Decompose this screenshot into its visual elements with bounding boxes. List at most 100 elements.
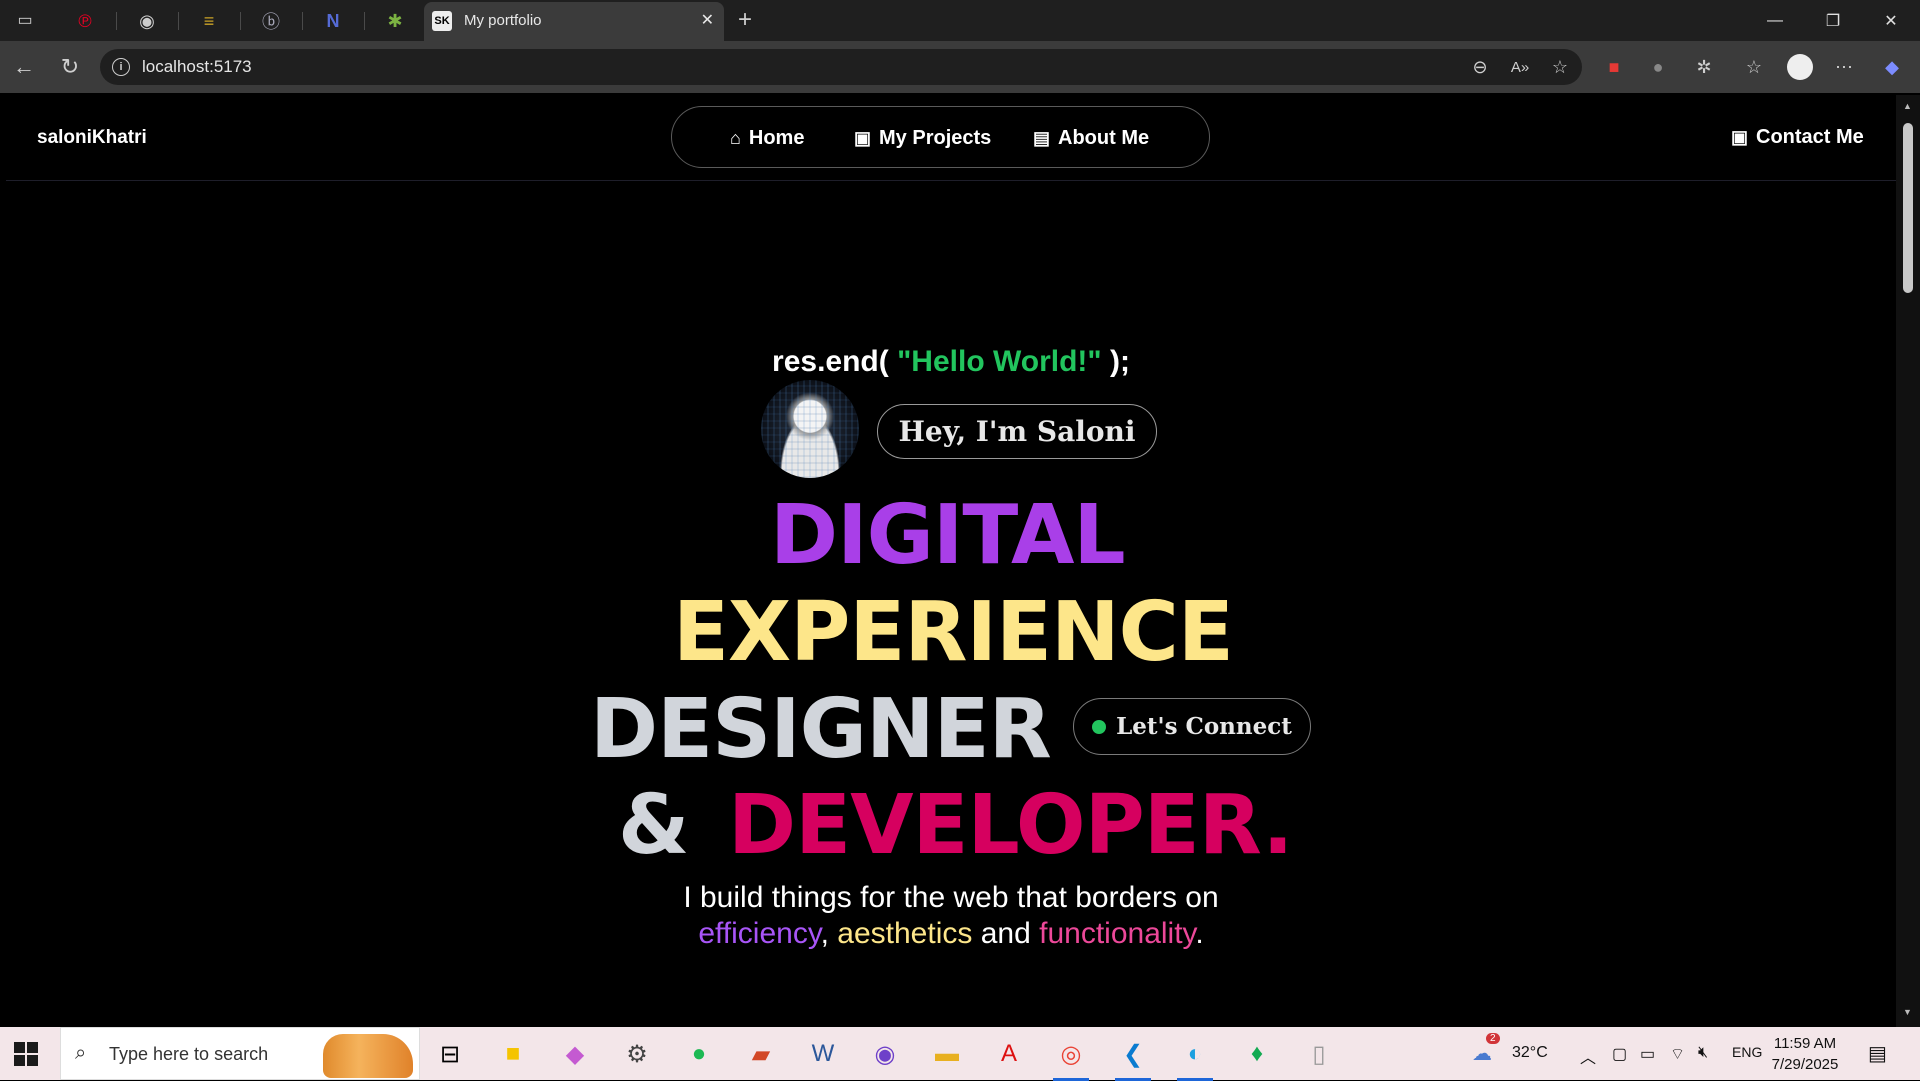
search-placeholder: Type here to search <box>109 1044 269 1064</box>
code-string: "Hello World!" <box>897 345 1102 378</box>
brand-logo[interactable]: saloniKhatri <box>37 127 147 149</box>
portfolio-favicon-icon: SK <box>432 11 452 31</box>
spotify-icon[interactable]: ● <box>679 1036 719 1072</box>
meet-icon[interactable]: ▢ <box>1612 1044 1627 1064</box>
sticky-notes-icon[interactable]: ■ <box>493 1036 533 1072</box>
tagline-comma: , <box>820 917 829 950</box>
pinned-tab-b[interactable]: ⓑ <box>242 4 300 38</box>
powerpoint-icon[interactable]: ▰ <box>741 1036 781 1072</box>
search-highlight-image <box>323 1034 413 1078</box>
nav-pill: ⌂ Home ▣ My Projects ▤ About Me <box>671 106 1210 168</box>
close-window-icon[interactable]: ✕ <box>1868 8 1914 34</box>
site-icon: ≡ <box>203 10 215 31</box>
pinned-tab-site[interactable]: ≡ <box>180 4 238 38</box>
code-prefix: res.end( <box>772 345 898 378</box>
weather-icon[interactable]: ☁ <box>1472 1041 1492 1066</box>
lets-connect-label: Let's Connect <box>1116 713 1292 740</box>
notepad-icon[interactable]: ▯ <box>1299 1036 1339 1072</box>
active-tab[interactable]: SK My portfolio ✕ <box>424 2 724 41</box>
scroll-down-icon[interactable]: ▼ <box>1903 1007 1912 1017</box>
pinterest-icon: ℗ <box>78 10 92 31</box>
task-view-icon[interactable]: ⊟ <box>430 1036 470 1072</box>
nav-home-link[interactable]: ⌂ Home <box>730 127 804 150</box>
word-icon[interactable]: W <box>803 1036 843 1072</box>
restore-icon[interactable]: ❐ <box>1810 8 1856 34</box>
start-button[interactable] <box>14 1042 38 1066</box>
profile-avatar[interactable] <box>1787 54 1813 80</box>
close-tab-icon[interactable]: ✕ <box>701 10 714 30</box>
pinned-tab-asterisk[interactable]: ✱ <box>366 4 424 38</box>
contact-icon: ▣ <box>1731 127 1749 147</box>
extension-gray-icon[interactable]: ● <box>1644 53 1672 81</box>
tagline-period: . <box>1195 917 1204 950</box>
language-indicator[interactable]: ENG <box>1732 1044 1762 1060</box>
wifi-icon[interactable]: ⌔ <box>1670 1044 1685 1064</box>
tagline-functionality: functionality <box>1039 917 1196 950</box>
b-icon: ⓑ <box>262 12 280 32</box>
acrobat-icon[interactable]: A <box>989 1036 1029 1072</box>
scroll-thumb[interactable] <box>1903 123 1913 293</box>
battery-icon[interactable]: ▭ <box>1640 1044 1655 1064</box>
weather-temp[interactable]: 32°C <box>1512 1044 1548 1062</box>
weather-badge: 2 <box>1486 1033 1500 1044</box>
mongodb-icon[interactable]: ♦ <box>1237 1036 1277 1072</box>
chrome-icon[interactable]: ◎ <box>1051 1036 1091 1081</box>
headline-ampersand: & <box>618 778 690 873</box>
headline-developer: DEVELOPER. <box>728 778 1294 873</box>
tagline-line-1: I build things for the web that borders … <box>683 881 1219 914</box>
nav-projects-link[interactable]: ▣ My Projects <box>854 127 991 150</box>
contact-label: Contact Me <box>1756 126 1864 148</box>
back-icon[interactable]: ← <box>10 53 38 81</box>
extension-red-icon[interactable]: ■ <box>1600 53 1628 81</box>
nav-projects-label: My Projects <box>879 127 992 149</box>
extensions-icon[interactable]: ✲ <box>1690 53 1718 81</box>
home-icon: ⌂ <box>730 128 741 148</box>
github-icon: ◉ <box>139 10 155 31</box>
scroll-up-icon[interactable]: ▲ <box>1903 101 1912 111</box>
site-info-icon[interactable]: i <box>112 58 130 76</box>
contact-link[interactable]: ▣ Contact Me <box>1731 126 1864 149</box>
taskbar: ⌕ Type here to search ⊟ ■ ◆ ⚙ ● ▰ W ◉ ▬ … <box>0 1027 1920 1081</box>
tagline-and: and <box>980 917 1031 950</box>
taskbar-search[interactable]: ⌕ Type here to search <box>60 1027 420 1080</box>
new-tab-icon[interactable]: + <box>730 6 760 34</box>
file-explorer-icon[interactable]: ▬ <box>927 1036 967 1072</box>
vscode-icon[interactable]: ❮ <box>1113 1036 1153 1081</box>
page-viewport: saloniKhatri ⌂ Home ▣ My Projects ▤ Abou… <box>6 95 1896 1027</box>
github-desktop-icon[interactable]: ◉ <box>865 1036 905 1072</box>
lets-connect-button[interactable]: Let's Connect <box>1073 698 1311 755</box>
notifications-icon[interactable]: ▤ <box>1868 1041 1887 1066</box>
more-options-icon[interactable]: ⋯ <box>1830 53 1858 81</box>
favorites-icon[interactable]: ☆ <box>1740 53 1768 81</box>
headline-digital: DIGITAL <box>770 488 1126 583</box>
favorite-star-icon[interactable]: ☆ <box>1546 53 1574 81</box>
minimize-icon[interactable]: — <box>1752 8 1798 34</box>
pinned-tab-n[interactable]: N <box>304 4 362 38</box>
copilot-icon[interactable]: ◆ <box>1878 53 1906 81</box>
zoom-icon[interactable]: ⊖ <box>1466 53 1494 81</box>
volume-muted-icon[interactable]: 🔇︎ <box>1698 1044 1708 1062</box>
url-text[interactable]: localhost:5173 <box>142 57 252 77</box>
edge-icon[interactable]: ◐ <box>1175 1036 1215 1081</box>
address-bar-row: ← ↻ i localhost:5173 ⊖ A» ☆ ■ ● ✲ ☆ ⋯ ◆ <box>0 41 1920 93</box>
nav-about-link[interactable]: ▤ About Me <box>1033 127 1149 150</box>
tagline-aesthetics: aesthetics <box>837 917 973 950</box>
headline-experience: EXPERIENCE <box>673 585 1234 680</box>
asterisk-icon: ✱ <box>387 10 403 31</box>
nav-home-label: Home <box>748 127 805 149</box>
pinned-tab-pinterest[interactable]: ℗ <box>56 4 114 38</box>
copilot-app-icon[interactable]: ◆ <box>555 1036 595 1072</box>
settings-icon[interactable]: ⚙ <box>617 1036 657 1072</box>
tray-chevron-icon[interactable]: ︿ <box>1580 1044 1596 1068</box>
page-scrollbar[interactable]: ▲ ▼ <box>1896 95 1920 1027</box>
clock[interactable]: 11:59 AM 7/29/2025 <box>1760 1033 1850 1075</box>
site-navbar: saloniKhatri ⌂ Home ▣ My Projects ▤ Abou… <box>6 95 1896 181</box>
code-suffix: ); <box>1101 345 1130 378</box>
url-field[interactable]: i localhost:5173 ⊖ A» ☆ <box>100 49 1582 85</box>
tab-actions-icon[interactable]: ▭ <box>10 6 40 34</box>
n-icon: N <box>326 10 340 31</box>
reload-icon[interactable]: ↻ <box>56 53 84 81</box>
hero-tagline: I build things for the web that borders … <box>6 880 1896 952</box>
pinned-tab-github[interactable]: ◉ <box>118 4 176 38</box>
read-aloud-icon[interactable]: A» <box>1506 53 1534 81</box>
